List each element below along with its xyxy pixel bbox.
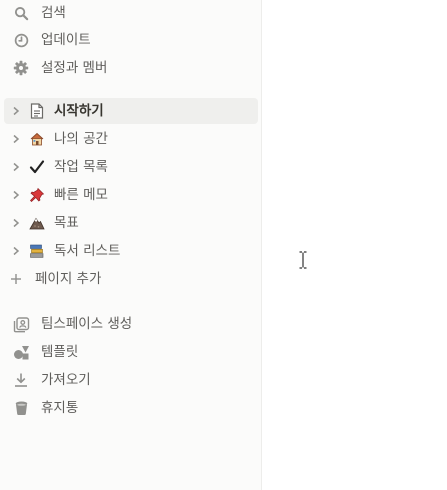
sidebar: 검색 업데이트 설정과 멤버 시작하기 나의 공간 작업 목록 빠른 메모 목표…: [0, 0, 262, 490]
updates-button[interactable]: 업데이트: [4, 27, 258, 53]
create-teamspace-button[interactable]: 팀스페이스 생성: [4, 311, 258, 337]
chevron-right-icon[interactable]: [9, 188, 23, 202]
page-label: 나의 공간: [54, 131, 108, 147]
page-item-task-list[interactable]: 작업 목록: [4, 154, 258, 180]
books-icon: [28, 242, 46, 260]
trash-button[interactable]: 휴지통: [4, 395, 258, 421]
house-icon: [28, 130, 46, 148]
page-label: 시작하기: [54, 103, 104, 119]
shapes-icon: [12, 343, 30, 361]
page-label: 작업 목록: [54, 159, 108, 175]
search-label: 검색: [41, 5, 66, 21]
chevron-right-icon[interactable]: [9, 132, 23, 146]
gear-icon: [12, 59, 30, 77]
mountain-icon: [28, 214, 46, 232]
teamspace-icon: [12, 315, 30, 333]
checkmark-icon: [28, 158, 46, 176]
templates-button[interactable]: 템플릿: [4, 339, 258, 365]
import-button[interactable]: 가져오기: [4, 367, 258, 393]
chevron-right-icon[interactable]: [9, 244, 23, 258]
page-label: 목표: [54, 215, 79, 231]
document-icon: [28, 102, 46, 120]
create-teamspace-label: 팀스페이스 생성: [41, 316, 133, 332]
settings-button[interactable]: 설정과 멤버: [4, 55, 258, 81]
plus-icon: [9, 272, 23, 286]
search-button[interactable]: 검색: [4, 0, 258, 26]
templates-label: 템플릿: [41, 344, 79, 360]
trash-icon: [12, 399, 30, 417]
clock-icon: [12, 31, 30, 49]
search-icon: [12, 4, 30, 22]
chevron-right-icon[interactable]: [9, 216, 23, 230]
updates-label: 업데이트: [41, 32, 91, 48]
download-icon: [12, 371, 30, 389]
page-label: 빠른 메모: [54, 187, 108, 203]
page-label: 독서 리스트: [54, 243, 121, 259]
page-item-quick-note[interactable]: 빠른 메모: [4, 182, 258, 208]
add-page-button[interactable]: 페이지 추가: [4, 266, 258, 292]
page-item-goals[interactable]: 목표: [4, 210, 258, 236]
settings-label: 설정과 멤버: [41, 60, 108, 76]
chevron-right-icon[interactable]: [9, 160, 23, 174]
chevron-right-icon[interactable]: [9, 104, 23, 118]
page-item-getting-started[interactable]: 시작하기: [4, 98, 258, 124]
pushpin-icon: [28, 186, 46, 204]
page-item-reading-list[interactable]: 독서 리스트: [4, 238, 258, 264]
page-item-my-space[interactable]: 나의 공간: [4, 126, 258, 152]
import-label: 가져오기: [41, 372, 91, 388]
trash-label: 휴지통: [41, 400, 79, 416]
add-page-label: 페이지 추가: [35, 271, 102, 287]
text-cursor-icon: [298, 251, 308, 269]
